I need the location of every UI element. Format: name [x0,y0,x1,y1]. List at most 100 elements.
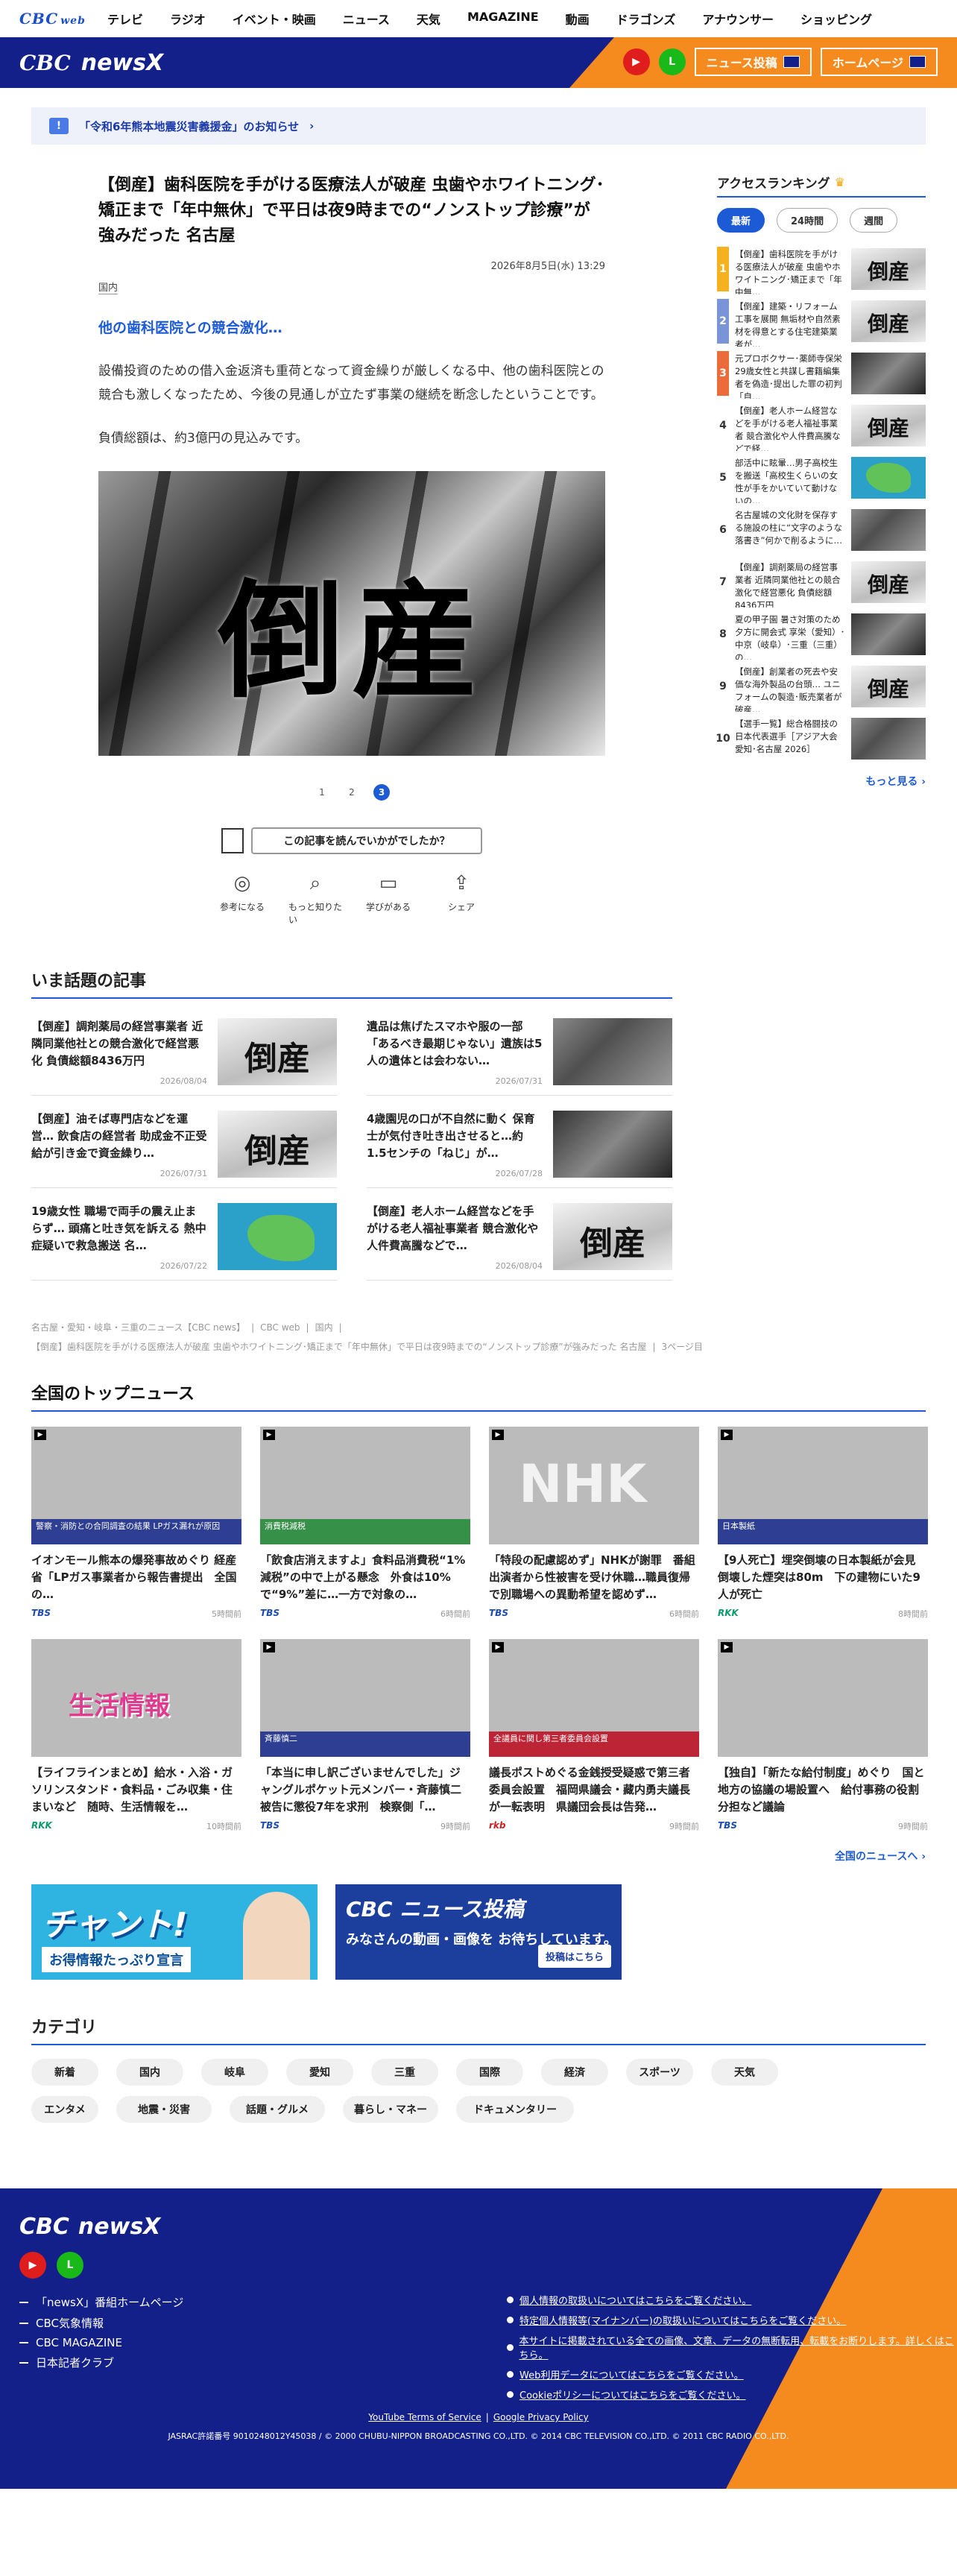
news-card[interactable]: ▶ 日本製紙 【9人死亡】埋突倒壊の日本製紙が会見 倒壊した煙突は80m 下の建物に… [718,1427,928,1620]
footer-link[interactable]: CBC MAGAZINE [19,2336,183,2349]
category-disaster[interactable]: 地震・災害 [116,2096,212,2123]
news-post-banner[interactable]: CBC ニュース投稿 みなさんの動画・画像を お待ちしています。 投稿はこちら [335,1884,622,1980]
news-card[interactable]: ▶ 斉藤慎二 「本当に申し訳ございませんでした」ジャングルポケット元メンバー・斉藤慎… [260,1639,470,1832]
ranking-more-link[interactable]: もっと見る › [717,774,926,789]
nav-item-news[interactable]: ニュース [329,10,403,28]
youtube-icon[interactable]: ▶ [19,2252,46,2279]
google-privacy-link[interactable]: Google Privacy Policy [493,2412,589,2422]
news-card[interactable]: ▶ NHK 「特段の配慮認めず」NHKが謝罪 番組出演者から性被害を受け休職…職員復… [489,1427,699,1620]
list-item[interactable]: 【倒産】油そば専門店などを運営… 飲食店の経営者 助成金不正受給が引き金で資金繰… [31,1111,337,1188]
list-item[interactable]: 【倒産】調剤薬局の経営事業者 近隣同業他社との競合激化で経営悪化 負債総額843… [31,1018,337,1096]
post-here-button[interactable]: 投稿はこちら [537,1945,611,1968]
thumbnail [851,457,926,499]
photo-caption-text: 倒産 [217,566,486,716]
tab-latest[interactable]: 最新 [717,208,765,233]
policy-link[interactable]: 個人情報の取扱いについてはこちらをご覧ください。 [507,2293,957,2307]
footer-link[interactable]: 日本記者クラブ [19,2355,183,2370]
tab-24h[interactable]: 24時間 [777,208,838,233]
page-3-current[interactable]: 3 [373,784,390,801]
category-economy[interactable]: 経済 [541,2059,608,2086]
nav-item-weather[interactable]: 天気 [403,10,454,28]
react-learn-button[interactable]: ▭ 学びがある [361,872,415,926]
category-new[interactable]: 新着 [31,2059,98,2086]
ranking-item[interactable]: 4 【倒産】老人ホーム経営などを手がける老人福祉事業者 競合激化や人件費高騰などで… [717,400,926,452]
breadcrumb-item[interactable]: 名古屋・愛知・岐阜・三重のニュース【CBC news】 [31,1321,245,1334]
category-entertainment[interactable]: エンタメ [31,2096,98,2123]
nav-item-video[interactable]: 動画 [552,10,603,28]
ranking-item[interactable]: 2 【倒産】建築・リフォーム工事を展開 無垢材や自然素材を得意とする住宅建築業者が… [717,295,926,347]
category-sports[interactable]: スポーツ [626,2059,693,2086]
ranking-item[interactable]: 5 部活中に眩暈…男子高校生を搬送「高校生くらいの女性が手をかいていて動けないの… [717,452,926,504]
category-documentary[interactable]: ドキュメンタリー [456,2096,574,2123]
category-aichi[interactable]: 愛知 [286,2059,353,2086]
news-post-button[interactable]: ニュース投稿 [694,48,812,76]
article-body-1: 設備投資のための借入金返済も重荷となって資金繰りが厳しくなる中、他の歯科医院との… [98,364,604,402]
ranking-item[interactable]: 7 【倒産】調剤薬局の経営事業者 近隣同業他社との競合激化で経営悪化 負債総額84… [717,556,926,608]
nav-item-tv[interactable]: テレビ [94,10,157,28]
footer-logo[interactable]: CBC newsX [19,2214,160,2240]
react-helpful-button[interactable]: ◎ 参考になる [215,872,269,926]
category-life-money[interactable]: 暮らし・マネー [343,2096,438,2123]
footer-link[interactable]: CBC気象情報 [19,2315,183,2331]
line-icon[interactable]: L [658,48,686,75]
ranking-item[interactable]: 8 夏の甲子園 暑さ対策のため夕方に開会式 享栄（愛知）･中京（岐阜）･三重（三重… [717,608,926,660]
policy-link[interactable]: 本サイトに掲載されている全ての画像、文章、データの無断転用、転載をお断りします。… [507,2333,957,2361]
news-image: ▶ 警察・消防との合同調査の結果 LPガス漏れが原因 [31,1427,241,1544]
youtube-icon[interactable]: ▶ [622,48,650,75]
nav-item-shopping[interactable]: ショッピング [787,10,885,28]
list-item[interactable]: 遺品は焦げたスマホや服の一部「あるべき最期じゃない」遺族は5人の遺体とは会わない… [367,1018,672,1096]
ranking-item[interactable]: 10 【選手一覧】総合格闘技の日本代表選手［アジア大会 愛知･名古屋 2026］ [716,713,926,765]
react-more-button[interactable]: ⌕ もっと知りたい [288,872,342,926]
category-international[interactable]: 国際 [456,2059,523,2086]
category-gifu[interactable]: 岐阜 [201,2059,268,2086]
list-item[interactable]: 4歳園児の口が不自然に動く 保育士が気付き吐き出させると…約1.5センチの「ねじ… [367,1111,672,1188]
nav-item-radio[interactable]: ラジオ [157,10,219,28]
page-2[interactable]: 2 [344,784,360,801]
policy-link[interactable]: Web利用データについてはこちらをご覧ください。 [507,2367,957,2381]
policy-link[interactable]: Cookieポリシーについてはこちらをご覧ください。 [507,2387,957,2402]
thumbnail [553,1018,672,1085]
nav-item-dragons[interactable]: ドラゴンズ [603,10,689,28]
news-card[interactable]: 生活情報 【ライフラインまとめ】給水・入浴・ガソリンスタンド・食料品・ごみ収集・住… [31,1639,241,1832]
cbc-web-logo[interactable]: CBC web [19,10,94,28]
video-icon: ▶ [34,1430,46,1440]
breadcrumb-item[interactable]: CBC web [260,1321,300,1334]
home-arrow-icon [909,56,926,68]
top-news-title: 全国のトップニュース [31,1380,926,1412]
ranking-item[interactable]: 9 【倒産】創業者の死去や安価な海外製品の台頭… ユニフォームの製造･販売業者が破… [717,660,926,713]
ranking-title: アクセスランキング ♛ [717,173,926,198]
news-card[interactable]: ▶ 全議員に関し第三者委員会設置 議長ポストめぐる金銭授受疑惑で第三者委員会設置 福… [489,1639,699,1832]
tab-weekly[interactable]: 週間 [850,208,898,233]
footer-link[interactable]: 「newsX」番組ホームページ [19,2294,183,2310]
line-icon[interactable]: L [57,2252,83,2279]
category-list: 新着 国内 岐阜 愛知 三重 国際 経済 スポーツ 天気 エンタメ 地震・災害 … [31,2059,851,2123]
news-card[interactable]: ▶ 消費税減税 「飲食店消えますよ」食料品消費税“1%減税”の中で上がる懸念 外食は… [260,1427,470,1620]
all-news-link[interactable]: 全国のニュースへ › [31,1849,926,1863]
notice-banner[interactable]: ! 「令和6年熊本地震災害義援金」のお知らせ › [31,107,926,145]
breadcrumb-item[interactable]: 国内 [315,1321,333,1334]
list-item[interactable]: 【倒産】老人ホーム経営などを手がける老人福祉事業者 競合激化や人件費高騰などで…… [367,1203,672,1281]
page-1[interactable]: 1 [314,784,330,801]
article-category[interactable]: 国内 [98,280,119,294]
category-mie[interactable]: 三重 [371,2059,438,2086]
news-card[interactable]: ▶ 【独自】「新たな給付制度」めぐり 国と地方の協議の場設置へ 給付事務の役割分担… [718,1639,928,1832]
category-gourmet[interactable]: 話題・グルメ [230,2096,325,2123]
chant-banner[interactable]: チャント! お得情報たっぷり宣言 [31,1884,318,1980]
share-button[interactable]: ⇪ シェア [435,872,488,926]
category-domestic[interactable]: 国内 [116,2059,183,2086]
ranking-item[interactable]: 1 【倒産】歯科医院を手がける医療法人が破産 虫歯やホワイトニング･矯正まで「年中… [717,243,926,295]
ranking-item[interactable]: 3 元プロボクサー･薬師寺保栄 29歳女性と共謀し書籍編集者を偽造･提出した罪の初… [717,347,926,400]
nav-item-magazine[interactable]: MAGAZINE [454,10,552,28]
ranking-item[interactable]: 6 名古屋城の文化財を保存する施設の柱に“文字のような落書き”何かで削るように… [717,504,926,556]
nav-item-event[interactable]: イベント・映画 [219,10,329,28]
newsx-logo[interactable]: CBC newsX [19,50,163,76]
youtube-terms-link[interactable]: YouTube Terms of Service [368,2412,481,2422]
category-weather[interactable]: 天気 [711,2059,778,2086]
crown-icon: ♛ [834,175,845,189]
news-card[interactable]: ▶ 警察・消防との合同調査の結果 LPガス漏れが原因 イオンモール熊本の爆発事故めぐ… [31,1427,241,1620]
list-item[interactable]: 19歳女性 職場で両手の震え止まらず… 頭痛と吐き気を訴える 熱中症疑いで救急搬… [31,1203,337,1281]
policy-link[interactable]: 特定個人情報等(マイナンバー)の取扱いについてはこちらをご覧ください。 [507,2313,957,2327]
notice-icon: ! [49,118,69,134]
homepage-button[interactable]: ホームページ [820,48,938,76]
nav-item-announcer[interactable]: アナウンサー [689,10,787,28]
